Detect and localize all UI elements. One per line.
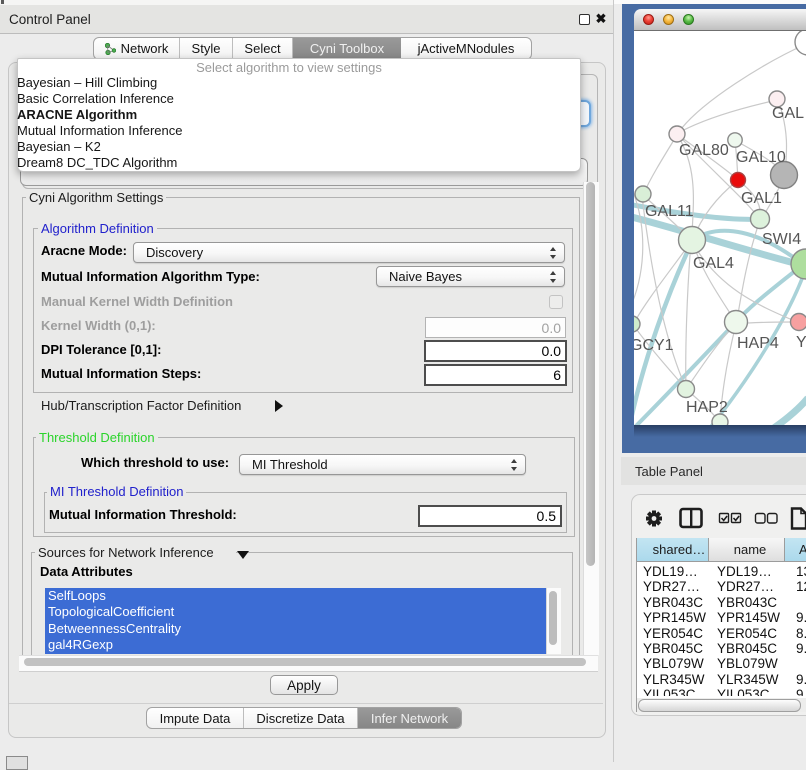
svg-text:SWI4: SWI4 xyxy=(762,231,801,248)
svg-text:GAL80: GAL80 xyxy=(679,142,729,159)
svg-text:HAP4: HAP4 xyxy=(737,335,779,352)
svg-text:GAL10: GAL10 xyxy=(736,149,786,166)
svg-text:GAL1: GAL1 xyxy=(741,190,782,207)
svg-text:GAL4: GAL4 xyxy=(693,255,734,272)
svg-text:GAL: GAL xyxy=(772,105,804,122)
svg-text:HAP2: HAP2 xyxy=(686,399,728,416)
svg-text:Y: Y xyxy=(796,334,806,351)
svg-text:GAL11: GAL11 xyxy=(645,203,694,220)
svg-text:GCY1: GCY1 xyxy=(634,337,674,354)
